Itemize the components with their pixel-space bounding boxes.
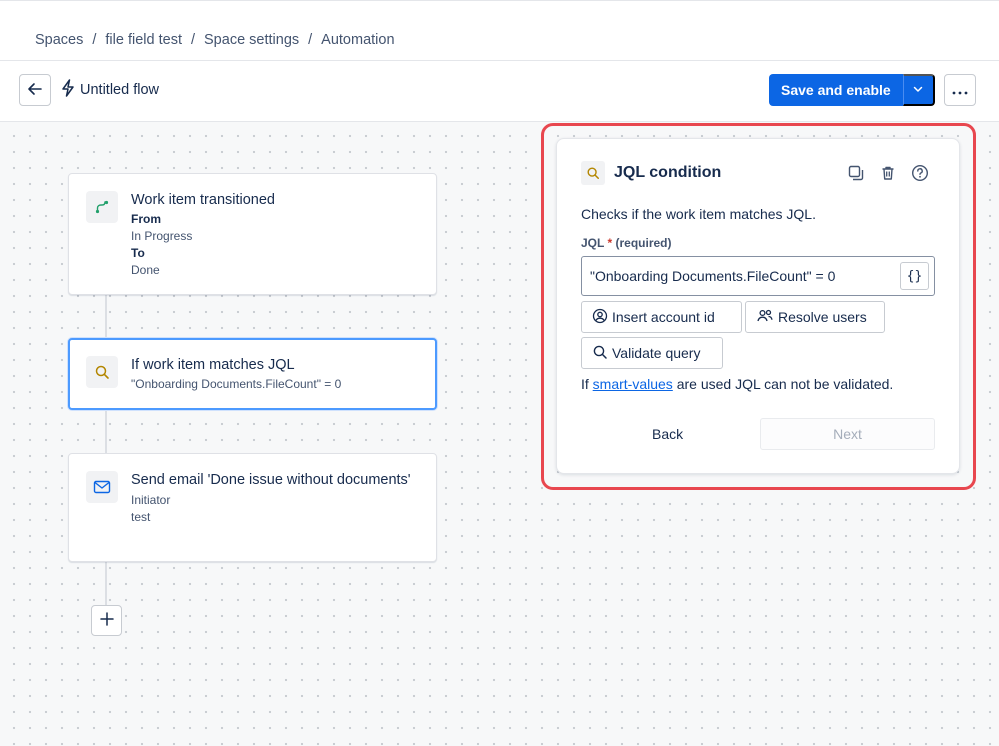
search-icon [86, 356, 118, 388]
breadcrumb-separator: / [308, 32, 313, 48]
panel-description: Checks if the work item matches JQL. [581, 206, 816, 222]
save-button-group: Save and enable [769, 74, 935, 106]
required-text: (required) [615, 236, 672, 250]
header-divider [0, 60, 999, 61]
breadcrumb-space-settings[interactable]: Space settings [204, 32, 299, 48]
condition-query: "Onboarding Documents.FileCount" = 0 [131, 377, 342, 391]
insert-account-id-label: Insert account id [612, 309, 715, 325]
trash-icon[interactable] [879, 164, 897, 182]
lightning-icon [60, 79, 76, 101]
jql-input-value: "Onboarding Documents.FileCount" = 0 [590, 268, 836, 284]
hint-prefix: If [581, 376, 593, 392]
breadcrumb-spaces[interactable]: Spaces [35, 32, 83, 48]
action-node[interactable]: Send email 'Done issue without documents… [68, 453, 437, 562]
person-circle-icon [592, 308, 608, 327]
resolve-users-button[interactable]: Resolve users [745, 301, 885, 333]
people-icon [756, 308, 774, 327]
trigger-node[interactable]: Work item transitioned From In Progress … [68, 173, 437, 295]
breadcrumb-separator: / [92, 32, 97, 48]
jql-label-text: JQL [581, 236, 605, 250]
validate-query-button[interactable]: Validate query [581, 337, 723, 369]
jql-condition-panel: JQL condition Checks if the work item ma… [556, 138, 960, 474]
trigger-title: Work item transitioned [131, 192, 275, 208]
condition-node[interactable]: If work item matches JQL "Onboarding Doc… [68, 338, 437, 410]
back-button[interactable] [19, 74, 51, 106]
more-horizontal-icon [952, 83, 968, 98]
chevron-down-icon [912, 83, 924, 98]
route-icon [86, 191, 118, 223]
trigger-from-value: In Progress [131, 229, 193, 243]
condition-title: If work item matches JQL [131, 357, 295, 373]
jql-field-label: JQL * (required) [581, 236, 672, 250]
smart-values-hint: If smart-values are used JQL can not be … [581, 376, 893, 392]
jql-input[interactable]: "Onboarding Documents.FileCount" = 0 {} [581, 256, 935, 296]
resolve-users-label: Resolve users [778, 309, 867, 325]
connector-line [105, 410, 107, 453]
more-actions-button[interactable] [944, 74, 976, 106]
trigger-to-value: Done [131, 263, 160, 277]
duplicate-icon[interactable] [847, 164, 865, 182]
action-line-recipient: test [131, 510, 151, 524]
required-mark: * [607, 236, 613, 250]
action-line-initiator: Initiator [131, 493, 171, 507]
connector-line [105, 295, 107, 338]
trigger-to-label: To [131, 246, 145, 260]
flow-title[interactable]: Untitled flow [60, 79, 159, 101]
save-and-enable-button[interactable]: Save and enable [769, 74, 903, 106]
breadcrumb-space[interactable]: file field test [105, 32, 182, 48]
save-options-dropdown[interactable] [902, 74, 935, 106]
connector-line [105, 562, 107, 605]
back-step-button[interactable]: Back [652, 426, 683, 442]
breadcrumb-automation[interactable]: Automation [321, 32, 394, 48]
panel-actions [847, 164, 929, 182]
trigger-from-label: From [131, 212, 161, 226]
smart-values-button[interactable]: {} [900, 262, 929, 290]
flow-title-text: Untitled flow [80, 82, 159, 98]
action-title: Send email 'Done issue without documents… [131, 472, 411, 488]
next-step-button[interactable]: Next [760, 418, 935, 450]
breadcrumb-separator: / [190, 32, 196, 48]
validate-query-label: Validate query [612, 345, 701, 361]
breadcrumb: Spaces / file field test / Space setting… [35, 30, 395, 50]
hint-suffix: are used JQL can not be validated. [672, 376, 894, 392]
search-icon [592, 344, 608, 363]
top-border [0, 0, 999, 3]
search-icon [581, 161, 605, 185]
panel-title: JQL condition [614, 164, 722, 181]
arrow-left-icon [27, 81, 43, 100]
email-icon [86, 471, 118, 503]
plus-icon [99, 611, 115, 630]
insert-account-id-button[interactable]: Insert account id [581, 301, 742, 333]
question-circle-icon[interactable] [911, 164, 929, 182]
add-component-button[interactable] [91, 605, 122, 636]
smart-values-link[interactable]: smart-values [593, 376, 673, 392]
